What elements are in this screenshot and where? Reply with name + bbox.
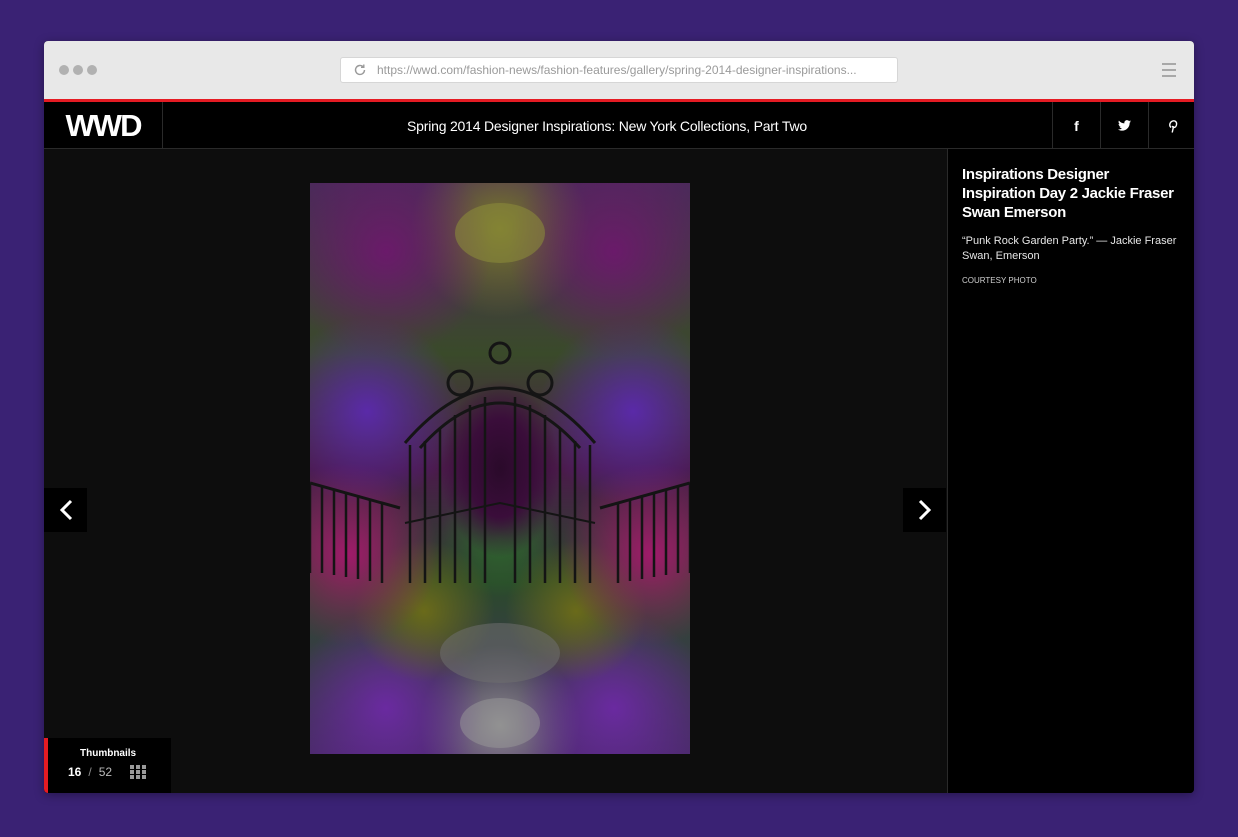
pinterest-share-button[interactable] xyxy=(1148,102,1194,149)
window-dot[interactable] xyxy=(87,65,97,75)
address-text: https://wwd.com/fashion-news/fashion-fea… xyxy=(377,63,857,77)
next-slide-button[interactable] xyxy=(903,488,946,532)
twitter-icon xyxy=(1118,120,1131,131)
slide-info-panel: Inspirations Designer Inspiration Day 2 … xyxy=(947,149,1194,793)
facebook-icon: f xyxy=(1074,117,1079,134)
address-bar[interactable]: https://wwd.com/fashion-news/fashion-fea… xyxy=(340,57,898,83)
grid-icon[interactable] xyxy=(130,765,146,779)
current-slide-number: 16 xyxy=(68,765,82,779)
gallery-photo[interactable] xyxy=(310,183,690,754)
slide-caption: “Punk Rock Garden Party.” — Jackie Frase… xyxy=(962,235,1177,262)
gallery-title: Spring 2014 Designer Inspirations: New Y… xyxy=(407,117,807,134)
window-controls xyxy=(59,65,97,75)
chevron-right-icon xyxy=(918,499,931,521)
previous-slide-button[interactable] xyxy=(44,488,87,532)
window-dot[interactable] xyxy=(73,65,83,75)
window-dot[interactable] xyxy=(59,65,69,75)
slide-title: Inspirations Designer Inspiration Day 2 … xyxy=(962,166,1174,221)
slide-counter: 16 / 52 xyxy=(68,765,112,779)
hamburger-menu-icon[interactable] xyxy=(1162,63,1176,77)
photo-credit: COURTESY PHOTO xyxy=(962,276,1037,285)
facebook-share-button[interactable]: f xyxy=(1052,102,1100,149)
garden-gate-illustration xyxy=(310,203,690,748)
browser-toolbar: https://wwd.com/fashion-news/fashion-fea… xyxy=(44,41,1194,99)
total-slide-count: 52 xyxy=(98,765,113,779)
wwd-logo[interactable]: WWD xyxy=(44,102,163,149)
chevron-left-icon xyxy=(59,499,72,521)
thumbnails-label: Thumbnails xyxy=(80,748,137,759)
gallery-stage: Thumbnails 16 / 52 xyxy=(44,149,947,793)
twitter-share-button[interactable] xyxy=(1100,102,1148,149)
thumbnails-toggle[interactable]: Thumbnails 16 / 52 xyxy=(44,738,171,793)
pinterest-icon xyxy=(1168,119,1177,133)
site-header: WWD Spring 2014 Designer Inspirations: N… xyxy=(44,102,1194,149)
counter-separator: / xyxy=(88,765,92,779)
reload-icon[interactable] xyxy=(353,63,367,77)
browser-window: https://wwd.com/fashion-news/fashion-fea… xyxy=(44,41,1194,793)
